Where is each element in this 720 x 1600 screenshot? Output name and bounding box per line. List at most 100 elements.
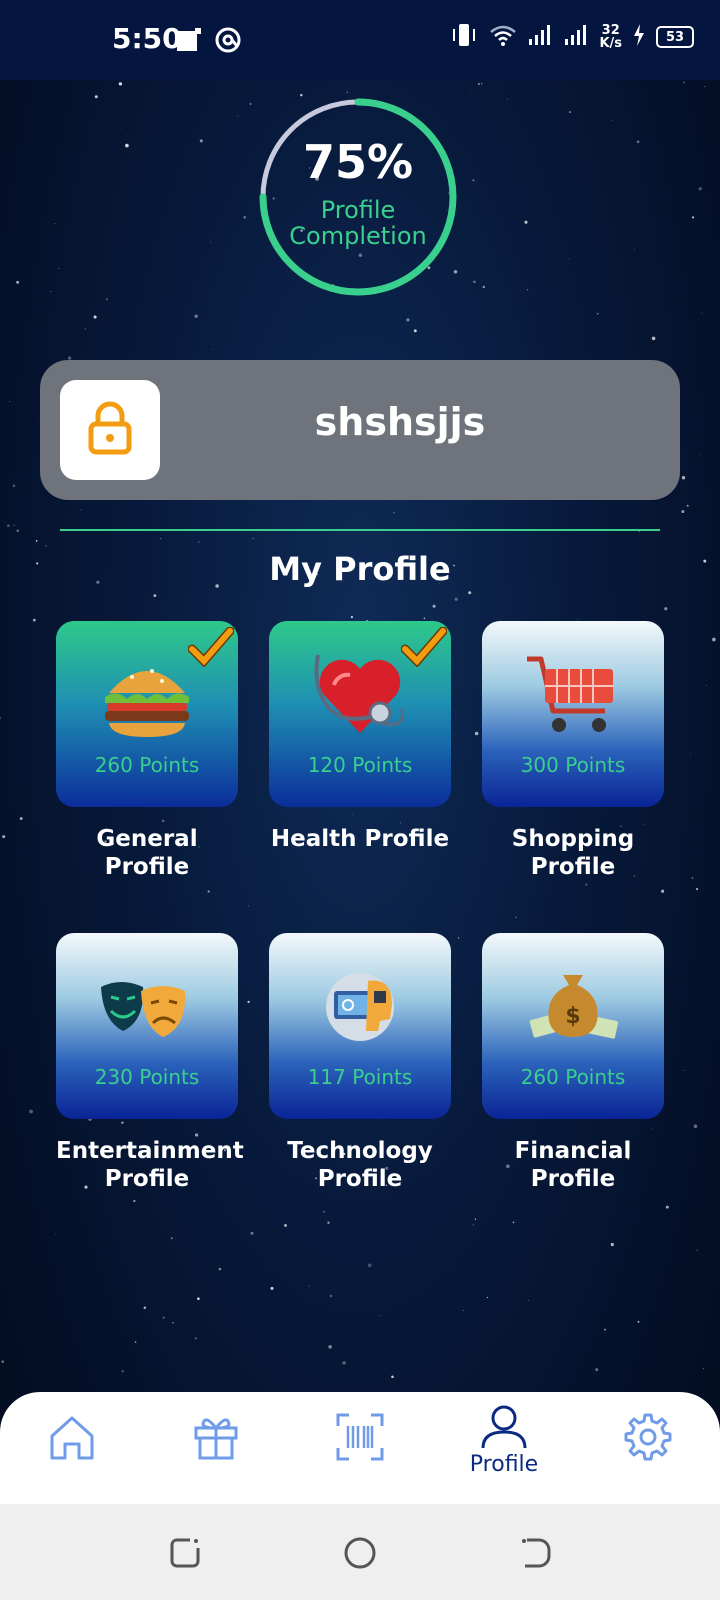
tile-card[interactable]: 117 Points: [269, 933, 451, 1119]
star: [472, 1224, 475, 1226]
tile-card[interactable]: 260 Points: [56, 621, 238, 807]
star: [695, 888, 699, 891]
signal-icon-1: [527, 23, 553, 51]
star: [512, 1221, 515, 1224]
wifi-icon: [489, 23, 517, 51]
profile-tile-financial[interactable]: $ 260 Points Financial Profile: [482, 933, 664, 1193]
star: [699, 453, 701, 455]
star: [45, 545, 47, 547]
star: [29, 1109, 33, 1114]
tile-label-line1: Financial: [514, 1138, 632, 1164]
back-button[interactable]: [519, 1536, 553, 1574]
star: [704, 86, 706, 88]
lock-icon: [87, 400, 133, 460]
check-icon: [187, 626, 235, 671]
star: [211, 1387, 213, 1389]
home-icon: [47, 1416, 97, 1466]
nav-settings[interactable]: [608, 1412, 688, 1466]
tile-label-line1: Entertainment: [56, 1138, 244, 1164]
theater-masks-icon: [97, 961, 197, 1051]
star: [636, 140, 640, 144]
gift-icon: [191, 1418, 241, 1466]
star: [468, 591, 472, 595]
nav-home[interactable]: [32, 1412, 112, 1466]
nav-profile[interactable]: Profile: [464, 1404, 544, 1477]
star: [210, 241, 212, 243]
star: [596, 312, 599, 315]
star: [125, 143, 129, 148]
star: [284, 1223, 287, 1227]
star: [454, 597, 458, 601]
star: [94, 95, 98, 99]
profile-tile-technology[interactable]: 117 Points Technology Profile: [269, 933, 451, 1193]
nav-rewards[interactable]: [176, 1412, 256, 1466]
tile-card[interactable]: 230 Points: [56, 933, 238, 1119]
star: [391, 1375, 394, 1379]
tile-points: 260 Points: [94, 753, 200, 777]
tile-points: 300 Points: [520, 753, 626, 777]
tile-label-line1: Health Profile: [270, 826, 450, 852]
tile-card[interactable]: 300 Points: [482, 621, 664, 807]
tile-label-line2: Profile: [530, 1166, 616, 1192]
star: [121, 1370, 124, 1373]
star: [9, 400, 11, 402]
star: [170, 1237, 173, 1240]
star: [16, 529, 20, 533]
star: [308, 1285, 310, 1287]
star: [199, 139, 203, 143]
completion-label-line2: Completion: [289, 222, 427, 250]
profile-tile-entertainment[interactable]: 230 Points Entertainment Profile: [56, 933, 244, 1193]
star: [473, 280, 476, 284]
profile-tile-shopping[interactable]: 300 Points Shopping Profile: [482, 621, 664, 881]
vpn-at-icon: [214, 26, 242, 58]
star: [696, 1249, 698, 1252]
star: [665, 1205, 669, 1209]
star: [300, 93, 303, 97]
star: [6, 524, 10, 528]
star: [327, 1221, 330, 1224]
star: [80, 509, 82, 511]
star: [506, 98, 508, 100]
tile-label: Financial Profile: [482, 1137, 664, 1193]
star: [413, 329, 417, 333]
star: [604, 1328, 606, 1331]
star: [133, 1199, 136, 1203]
status-bar: 5:50 32 K/s 53: [0, 0, 720, 80]
svg-text:$: $: [565, 1004, 580, 1029]
tile-label-line2: Profile: [104, 854, 190, 880]
star: [595, 1368, 599, 1372]
nav-scan[interactable]: [320, 1412, 400, 1466]
profile-tile-health[interactable]: 120 Points Health Profile: [269, 621, 451, 853]
star: [691, 216, 695, 219]
star: [393, 512, 395, 514]
barcode-scan-icon: [335, 1413, 385, 1466]
lock-button[interactable]: [60, 380, 160, 480]
shopping-cart-icon: [523, 649, 623, 739]
tile-label-line1: Technology: [287, 1138, 433, 1164]
user-card[interactable]: shshsjjs: [40, 360, 680, 500]
settings-icon: [623, 1413, 673, 1466]
star: [32, 618, 36, 622]
star: [406, 318, 410, 322]
tile-card[interactable]: 120 Points: [269, 621, 451, 807]
tile-card[interactable]: $ 260 Points: [482, 933, 664, 1119]
star: [237, 115, 239, 117]
back-icon: [519, 1538, 553, 1574]
star: [712, 637, 716, 642]
star: [432, 604, 436, 608]
star: [106, 298, 108, 301]
star: [683, 1070, 685, 1071]
network-speed: 32 K/s: [599, 24, 622, 50]
star: [19, 817, 23, 820]
star: [54, 222, 56, 225]
notification-square-icon: [176, 27, 202, 57]
star: [474, 731, 479, 736]
star: [84, 328, 87, 330]
home-system-button[interactable]: [343, 1536, 377, 1574]
star: [194, 314, 198, 318]
profile-tile-general[interactable]: 260 Points General Profile: [56, 621, 238, 881]
star: [212, 348, 214, 350]
recents-button[interactable]: [168, 1536, 202, 1574]
star: [706, 684, 707, 686]
star: [701, 312, 703, 314]
